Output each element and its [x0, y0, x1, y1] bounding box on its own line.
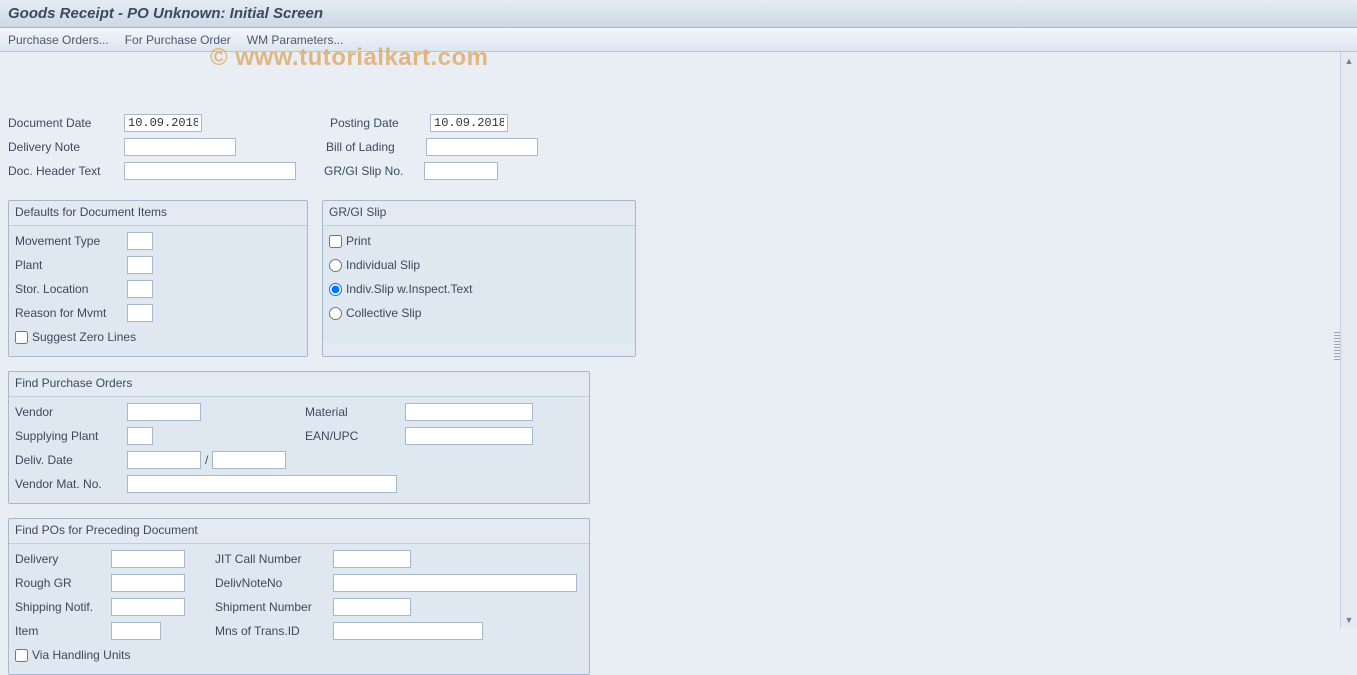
menu-for-purchase-order[interactable]: For Purchase Order: [125, 33, 231, 47]
date-separator: /: [201, 453, 212, 467]
defaults-panel-title: Defaults for Document Items: [9, 201, 307, 225]
suggest-zero-lines-checkbox[interactable]: [15, 331, 28, 344]
defaults-panel: Defaults for Document Items Movement Typ…: [8, 200, 308, 357]
jit-call-number-label: JIT Call Number: [215, 552, 333, 566]
jit-call-number-field[interactable]: [333, 550, 411, 568]
mns-of-trans-id-label: Mns of Trans.ID: [215, 624, 333, 638]
vendor-mat-no-field[interactable]: [127, 475, 397, 493]
vendor-field[interactable]: [127, 403, 201, 421]
menu-purchase-orders[interactable]: Purchase Orders...: [8, 33, 109, 47]
reason-for-mvmt-field[interactable]: [127, 304, 153, 322]
mns-of-trans-id-field[interactable]: [333, 622, 483, 640]
delivery-note-field[interactable]: [124, 138, 236, 156]
movement-type-label: Movement Type: [15, 234, 127, 248]
delivery-field[interactable]: [111, 550, 185, 568]
collective-slip-label: Collective Slip: [346, 306, 421, 320]
bill-of-lading-field[interactable]: [426, 138, 538, 156]
gr-gi-slip-panel-title: GR/GI Slip: [323, 201, 635, 225]
material-label: Material: [305, 405, 405, 419]
individual-slip-label: Individual Slip: [346, 258, 420, 272]
ean-upc-field[interactable]: [405, 427, 533, 445]
movement-type-field[interactable]: [127, 232, 153, 250]
bill-of-lading-label: Bill of Lading: [326, 140, 426, 154]
via-handling-units-label: Via Handling Units: [32, 648, 131, 662]
find-pos-preceding-title: Find POs for Preceding Document: [9, 519, 589, 543]
shipping-notif-label: Shipping Notif.: [15, 600, 111, 614]
find-po-panel-title: Find Purchase Orders: [9, 372, 589, 396]
gr-gi-slip-no-field[interactable]: [424, 162, 498, 180]
reason-for-mvmt-label: Reason for Mvmt: [15, 306, 127, 320]
indiv-slip-inspect-radio[interactable]: [329, 283, 342, 296]
deliv-note-no-field[interactable]: [333, 574, 577, 592]
item-label: Item: [15, 624, 111, 638]
suggest-zero-lines-label: Suggest Zero Lines: [32, 330, 136, 344]
rough-gr-field[interactable]: [111, 574, 185, 592]
indiv-slip-inspect-label: Indiv.Slip w.Inspect.Text: [346, 282, 473, 296]
ean-upc-label: EAN/UPC: [305, 429, 405, 443]
page-title: Goods Receipt - PO Unknown: Initial Scre…: [8, 5, 323, 22]
plant-field[interactable]: [127, 256, 153, 274]
shipping-notif-field[interactable]: [111, 598, 185, 616]
find-po-panel: Find Purchase Orders Vendor Supplying Pl…: [8, 371, 590, 504]
document-date-field[interactable]: [124, 114, 202, 132]
menubar: Purchase Orders... For Purchase Order WM…: [0, 28, 1357, 52]
supplying-plant-field[interactable]: [127, 427, 153, 445]
vendor-label: Vendor: [15, 405, 127, 419]
delivery-note-label: Delivery Note: [8, 140, 124, 154]
deliv-date-to-field[interactable]: [212, 451, 286, 469]
document-date-label: Document Date: [8, 116, 124, 130]
gr-gi-slip-panel: GR/GI Slip Print Individual Slip Indiv.S…: [322, 200, 636, 357]
posting-date-field[interactable]: [430, 114, 508, 132]
deliv-note-no-label: DelivNoteNo: [215, 576, 333, 590]
doc-header-text-field[interactable]: [124, 162, 296, 180]
posting-date-label: Posting Date: [330, 116, 430, 130]
delivery-label: Delivery: [15, 552, 111, 566]
gr-gi-slip-no-label: GR/GI Slip No.: [324, 164, 424, 178]
shipment-number-field[interactable]: [333, 598, 411, 616]
storage-location-label: Stor. Location: [15, 282, 127, 296]
collective-slip-radio[interactable]: [329, 307, 342, 320]
deliv-date-label: Deliv. Date: [15, 453, 127, 467]
doc-header-text-label: Doc. Header Text: [8, 164, 124, 178]
vendor-mat-no-label: Vendor Mat. No.: [15, 477, 127, 491]
main-content: Document Date Posting Date Delivery Note…: [0, 52, 1357, 628]
titlebar: Goods Receipt - PO Unknown: Initial Scre…: [0, 0, 1357, 28]
plant-label: Plant: [15, 258, 127, 272]
deliv-date-from-field[interactable]: [127, 451, 201, 469]
material-field[interactable]: [405, 403, 533, 421]
storage-location-field[interactable]: [127, 280, 153, 298]
via-handling-units-checkbox[interactable]: [15, 649, 28, 662]
rough-gr-label: Rough GR: [15, 576, 111, 590]
print-checkbox[interactable]: [329, 235, 342, 248]
menu-wm-parameters[interactable]: WM Parameters...: [247, 33, 344, 47]
shipment-number-label: Shipment Number: [215, 600, 333, 614]
find-pos-preceding-panel: Find POs for Preceding Document Delivery…: [8, 518, 590, 675]
individual-slip-radio[interactable]: [329, 259, 342, 272]
print-label: Print: [346, 234, 371, 248]
item-field[interactable]: [111, 622, 161, 640]
supplying-plant-label: Supplying Plant: [15, 429, 127, 443]
